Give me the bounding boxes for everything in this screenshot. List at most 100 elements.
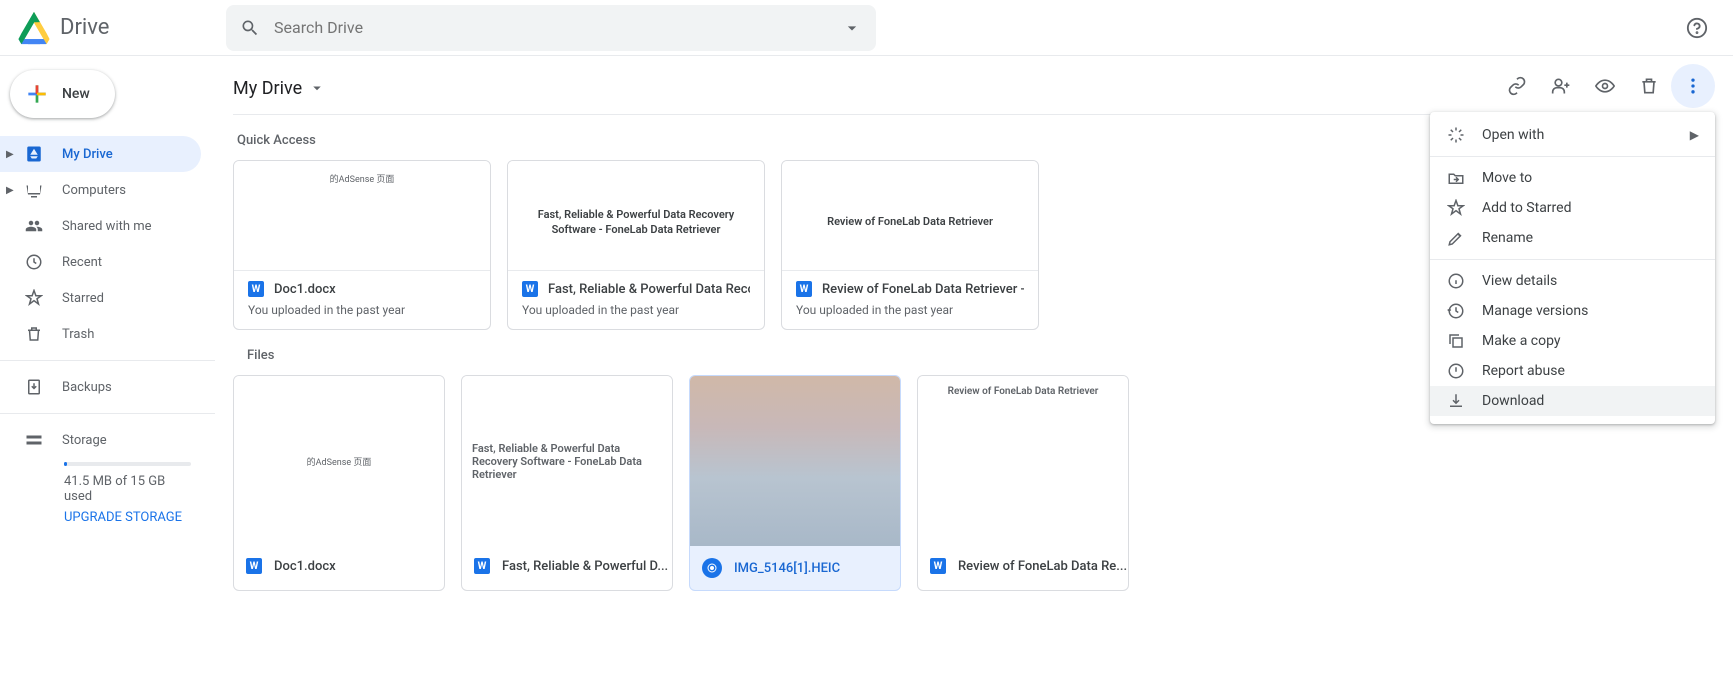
menu-move-to[interactable]: Move to [1430, 163, 1715, 193]
clock-icon [24, 253, 44, 271]
backups-icon [24, 378, 44, 396]
nav-shared[interactable]: Shared with me [0, 208, 201, 244]
more-vert-icon [1683, 76, 1703, 96]
breadcrumb[interactable]: My Drive [233, 78, 326, 99]
trash-icon [24, 325, 44, 343]
star-icon [1446, 199, 1466, 217]
nav-storage[interactable]: Storage [0, 422, 201, 458]
menu-label: Make a copy [1482, 333, 1561, 349]
chevron-down-icon [308, 79, 326, 97]
word-icon: W [522, 281, 538, 297]
new-button-label: New [62, 86, 90, 102]
context-menu: Open with ▶ Move to Add to Starred R [1430, 112, 1715, 424]
history-icon [1446, 302, 1466, 320]
nav-label: Starred [62, 291, 104, 306]
remove-button[interactable] [1627, 64, 1671, 108]
sidebar: New ▶ My Drive ▶ Computers Shared with m… [0, 56, 215, 686]
logo[interactable]: Drive [16, 10, 226, 46]
storage-used-text: 41.5 MB of 15 GB used [64, 474, 191, 504]
plus-icon [24, 81, 50, 107]
search-bar[interactable] [226, 5, 876, 51]
file-thumbnail: Fast, Reliable & Powerful Data Recovery … [508, 161, 764, 271]
get-link-button[interactable] [1495, 64, 1539, 108]
nav-backups[interactable]: Backups [0, 369, 201, 405]
file-thumbnail: 的AdSense 页面 [234, 161, 490, 271]
file-subtitle: You uploaded in the past year [522, 303, 750, 317]
quick-access-card[interactable]: 的AdSense 页面 WDoc1.docx You uploaded in t… [233, 160, 491, 330]
search-input[interactable] [274, 18, 828, 37]
menu-open-with[interactable]: Open with ▶ [1430, 120, 1715, 150]
file-card[interactable]: Fast, Reliable & Powerful Data Recovery … [461, 375, 673, 591]
word-icon: W [246, 558, 262, 574]
storage-bar [64, 462, 191, 466]
eye-icon [1595, 76, 1615, 96]
chevron-right-icon[interactable]: ▶ [6, 185, 14, 196]
menu-label: Download [1482, 393, 1544, 409]
menu-label: Add to Starred [1482, 200, 1571, 216]
nav-starred[interactable]: Starred [0, 280, 201, 316]
nav-computers[interactable]: ▶ Computers [0, 172, 201, 208]
quick-access-card[interactable]: Fast, Reliable & Powerful Data Recovery … [507, 160, 765, 330]
nav-label: Backups [62, 380, 112, 395]
file-card[interactable]: 的AdSense 页面 W Doc1.docx [233, 375, 445, 591]
file-name: Doc1.docx [274, 282, 336, 297]
shared-icon [24, 217, 44, 235]
share-button[interactable] [1539, 64, 1583, 108]
upgrade-storage-link[interactable]: UPGRADE STORAGE [64, 510, 191, 525]
preview-button[interactable] [1583, 64, 1627, 108]
file-thumbnail [690, 376, 900, 546]
menu-make-copy[interactable]: Make a copy [1430, 326, 1715, 356]
storage-info: 41.5 MB of 15 GB used UPGRADE STORAGE [0, 458, 215, 525]
menu-label: Rename [1482, 230, 1533, 246]
main-content: My Drive Open with ▶ [215, 56, 1733, 686]
menu-manage-versions[interactable]: Manage versions [1430, 296, 1715, 326]
menu-download[interactable]: Download [1430, 386, 1715, 416]
nav-my-drive[interactable]: ▶ My Drive [0, 136, 201, 172]
file-thumbnail: Review of FoneLab Data Retriever [918, 376, 1128, 546]
download-icon [1446, 392, 1466, 410]
menu-rename[interactable]: Rename [1430, 223, 1715, 253]
star-icon [24, 289, 44, 307]
help-button[interactable] [1677, 8, 1717, 48]
chevron-right-icon: ▶ [1690, 128, 1699, 142]
nav-recent[interactable]: Recent [0, 244, 201, 280]
drive-logo-icon [16, 10, 52, 46]
storage-icon [24, 431, 44, 449]
quick-access-card[interactable]: Review of FoneLab Data Retriever WReview… [781, 160, 1039, 330]
menu-report-abuse[interactable]: Report abuse [1430, 356, 1715, 386]
nav-label: Storage [62, 433, 107, 448]
breadcrumb-label: My Drive [233, 78, 302, 99]
info-icon [1446, 272, 1466, 290]
app-name: Drive [60, 15, 109, 40]
more-actions-button[interactable] [1671, 64, 1715, 108]
file-thumbnail: Fast, Reliable & Powerful Data Recovery … [462, 376, 672, 546]
separator [0, 360, 215, 361]
file-thumbnail: 的AdSense 页面 [234, 376, 444, 546]
toolbar: Open with ▶ Move to Add to Starred R [1495, 64, 1715, 108]
separator [1430, 156, 1715, 157]
help-icon [1686, 17, 1708, 39]
nav-label: Computers [62, 183, 126, 198]
move-icon [1446, 169, 1466, 187]
menu-label: Manage versions [1482, 303, 1588, 319]
nav-trash[interactable]: Trash [0, 316, 201, 352]
menu-label: Move to [1482, 170, 1532, 186]
search-dropdown-icon[interactable] [842, 18, 862, 38]
file-name: IMG_5146[1].HEIC [734, 561, 840, 576]
menu-add-starred[interactable]: Add to Starred [1430, 193, 1715, 223]
trash-icon [1639, 76, 1659, 96]
header: Drive [0, 0, 1733, 56]
file-card[interactable]: IMG_5146[1].HEIC [689, 375, 901, 591]
file-thumbnail: Review of FoneLab Data Retriever [782, 161, 1038, 271]
nav-label: Recent [62, 255, 102, 270]
file-name: Fast, Reliable & Powerful D... [502, 559, 668, 574]
new-button[interactable]: New [10, 70, 115, 118]
open-with-icon [1446, 126, 1466, 144]
chevron-right-icon[interactable]: ▶ [6, 149, 14, 160]
file-name: Doc1.docx [274, 559, 336, 574]
file-card[interactable]: Review of FoneLab Data Retriever WReview… [917, 375, 1129, 591]
file-subtitle: You uploaded in the past year [248, 303, 476, 317]
nav-label: Trash [62, 327, 94, 342]
menu-view-details[interactable]: View details [1430, 266, 1715, 296]
file-name: Fast, Reliable & Powerful Data Recov... [548, 282, 750, 297]
